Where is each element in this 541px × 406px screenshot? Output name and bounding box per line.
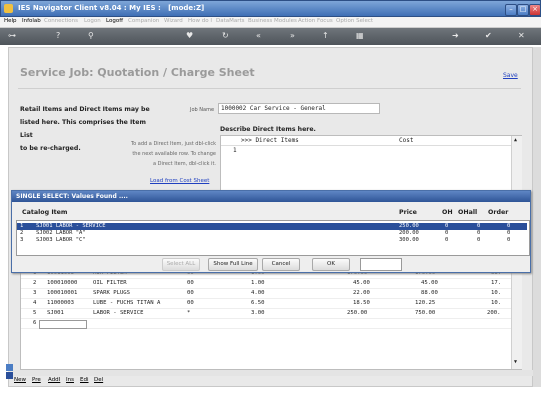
ohall-header: OHall xyxy=(458,209,478,216)
side-icon-1[interactable] xyxy=(6,364,13,371)
menu-action-focus: Action Focus xyxy=(298,18,333,24)
close-icon[interactable]: × xyxy=(529,4,541,16)
items-grid[interactable]: 1 10011003 AIR FILTER 00 1.00 176.00 176.00 88.… xyxy=(20,268,522,370)
divider xyxy=(18,88,521,89)
cost-col: Cost xyxy=(399,137,414,144)
menu-bar: Help Infolab Connections Logon Logoff Co… xyxy=(0,17,541,28)
heart-icon[interactable]: ♥ xyxy=(186,31,193,40)
menu-help[interactable]: Help xyxy=(4,18,17,24)
close-toolbar-icon[interactable]: ✕ xyxy=(518,31,525,40)
table-row[interactable]: 5 SJ001 LABOR - SERVICE * 3.00 250.00 750.00 20… xyxy=(21,309,521,319)
menu-datamarts: DataMarts xyxy=(216,18,245,24)
values-list[interactable]: 1 SJ001 LABOR - SERVICE 250.00 0 0 0 2 SJ002 L… xyxy=(16,220,530,256)
up-icon[interactable]: ↑ xyxy=(322,31,329,40)
menu-logon: Logon xyxy=(84,18,101,24)
single-select-dialog: SINGLE SELECT: Values Found .... Catalog… xyxy=(11,190,531,273)
menu-how-do-i: How do I xyxy=(188,18,212,24)
show-full-line-button[interactable]: Show Full Line xyxy=(208,258,258,271)
scroll-up-icon[interactable]: ▲ xyxy=(514,137,517,143)
job-name-label: Job Name xyxy=(190,107,215,113)
filter-input[interactable] xyxy=(360,258,402,271)
catalog-item-header: Catalog Item xyxy=(22,209,68,216)
save-link[interactable]: Save xyxy=(503,72,518,79)
app-icon xyxy=(4,4,13,13)
menu-wizard: Wizard xyxy=(164,18,183,24)
menu-option-select: Option Select xyxy=(336,18,374,24)
pre-action[interactable]: Pre xyxy=(32,377,41,383)
menu-business-modules: Business Modules xyxy=(248,18,297,24)
refresh-icon[interactable]: ↻ xyxy=(222,31,229,40)
menu-companion: Companion xyxy=(128,18,160,24)
select-all-button: Select ALL xyxy=(162,258,200,271)
direct-items-col: >>> Direct Items xyxy=(241,137,299,144)
list-item[interactable]: 3 SJ003 LABOR "C" 300.00 0 0 0 xyxy=(17,237,527,244)
ok-button[interactable]: OK xyxy=(312,258,350,271)
load-from-cost-sheet-link[interactable]: Load from Cost Sheet xyxy=(150,178,209,184)
job-name-field[interactable]: 1000002 Car Service - General xyxy=(218,103,380,114)
page-title: Service Job: Quotation / Charge Sheet xyxy=(20,66,255,79)
direct-items-header: >>> Direct Items Cost xyxy=(221,136,511,146)
hint-line-1: To add a Direct Item, just dbl-click xyxy=(130,141,216,147)
row-edit-cell[interactable] xyxy=(39,320,87,329)
new-action[interactable]: New xyxy=(14,377,26,383)
retail-description: Retail Items and Direct Items may be lis… xyxy=(20,106,150,152)
help-icon[interactable]: ? xyxy=(56,31,60,40)
list-item[interactable]: 2 SJ002 LABOR "A" 200.00 0 0 0 xyxy=(17,230,527,237)
menu-logoff[interactable]: Logoff xyxy=(106,18,123,24)
edi-action[interactable]: Edi xyxy=(80,377,89,383)
hint-line-3: a Direct Item, dbl-click it. xyxy=(152,161,216,167)
direct-items-scrollbar[interactable]: ▲ xyxy=(511,136,522,190)
items-scrollbar[interactable]: ▼ xyxy=(511,269,522,369)
addi-action[interactable]: AddI xyxy=(48,377,60,383)
minimize-icon[interactable]: – xyxy=(505,4,517,16)
direct-items-grid[interactable]: >>> Direct Items Cost 1 ▲ xyxy=(220,135,522,191)
describe-label: Describe Direct Items here. xyxy=(220,126,316,133)
list-item[interactable]: 1 SJ001 LABOR - SERVICE 250.00 0 0 0 xyxy=(17,223,527,230)
dialog-title: SINGLE SELECT: Values Found .... xyxy=(12,191,530,202)
search-icon[interactable]: ⚲ xyxy=(88,31,94,40)
ins-action[interactable]: Ins xyxy=(66,377,74,383)
table-row[interactable]: 4 11000003 LUBE - FUCHS TITAN A 00 6.50 18.50… xyxy=(21,299,521,309)
toolbar: ⊶ ? ⚲ ♥ ↻ « » ↑ ▦ ➜ ✔ ✕ xyxy=(0,28,541,45)
next-icon[interactable]: ➜ xyxy=(452,31,459,40)
hint-line-2: the next available row. To change xyxy=(132,151,216,157)
key-icon[interactable]: ⊶ xyxy=(8,31,16,40)
table-row[interactable]: 3 100010001 SPARK PLUGS 00 4.00 22.00 88.00 10. xyxy=(21,289,521,299)
rewind-icon[interactable]: « xyxy=(256,31,261,40)
scroll-down-icon[interactable]: ▼ xyxy=(514,359,517,365)
window-title: IES Navigator Client v8.04 : My IES : [m… xyxy=(18,4,205,12)
cancel-button[interactable]: Cancel xyxy=(262,258,300,271)
bottom-action-bar: New Pre AddI Ins Edi Del xyxy=(8,376,108,386)
menu-connections: Connections xyxy=(44,18,78,24)
del-action[interactable]: Del xyxy=(94,377,103,383)
menu-infolab[interactable]: Infolab xyxy=(22,18,41,24)
right-strip xyxy=(533,47,541,387)
oh-header: OH xyxy=(442,209,453,216)
direct-row-number: 1 xyxy=(233,147,237,154)
grid-icon[interactable]: ▦ xyxy=(356,31,364,40)
maximize-icon[interactable]: □ xyxy=(517,4,529,16)
check-icon[interactable]: ✔ xyxy=(485,31,492,40)
forward-icon[interactable]: » xyxy=(290,31,295,40)
order-header: Order xyxy=(488,209,509,216)
table-row[interactable]: 2 100010000 OIL FILTER 00 1.00 45.00 45.00 17. xyxy=(21,279,521,289)
price-header: Price xyxy=(399,209,417,216)
table-row[interactable]: 6 xyxy=(21,319,521,329)
window-title-bar: IES Navigator Client v8.04 : My IES : [m… xyxy=(0,0,541,17)
